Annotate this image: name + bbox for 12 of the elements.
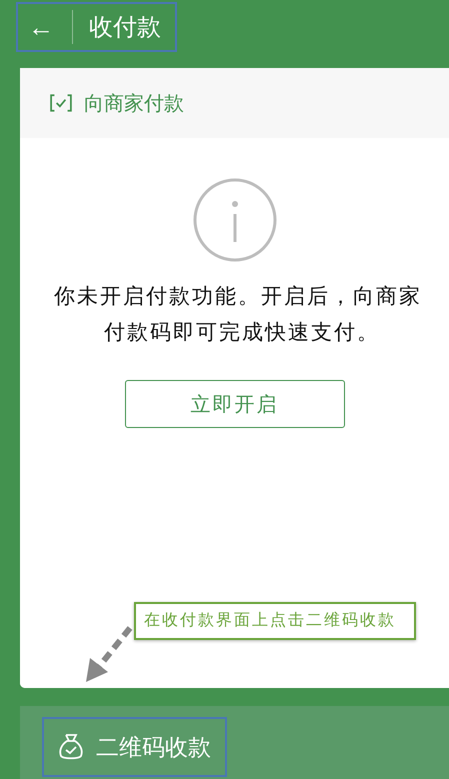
message-text: 付款码即可完成快速支付。 [103, 319, 381, 346]
enable-button[interactable]: 立即开启 [124, 380, 344, 428]
money-bag-icon [58, 733, 84, 761]
back-button[interactable]: ← [24, 14, 58, 40]
message-text: 你未开启付款功能。开启后，向商家 [53, 283, 423, 310]
scan-icon [50, 93, 72, 113]
qr-collect-label[interactable]: 二维码收款 [96, 732, 211, 762]
dashed-arrow-icon [84, 624, 134, 684]
callout-note: 在收付款界面上点击二维码收款 [134, 602, 416, 640]
card-title: 向商家付款 [84, 90, 184, 116]
info-icon [192, 178, 276, 262]
page-title: 收付款 [89, 12, 161, 43]
